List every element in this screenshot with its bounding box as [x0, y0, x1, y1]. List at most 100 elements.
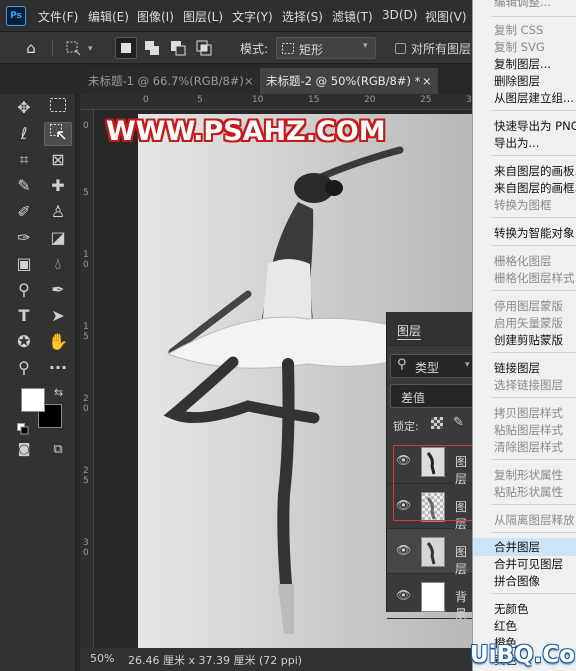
blur-tool-icon[interactable]: 💧︎	[44, 252, 72, 276]
menu-item-delete-layer[interactable]: 删除图层	[494, 73, 540, 89]
ruler-tick-label: 1 5	[83, 322, 89, 342]
object-selection-tool-icon[interactable]	[44, 122, 72, 146]
menu-item-frame-from-layers[interactable]: 来自图层的画框...	[494, 180, 576, 196]
tab-doc1[interactable]: 未标题-1 @ 66.7%(RGB/8#) ×	[82, 68, 258, 94]
lock-transparent-pixels-icon[interactable]	[431, 417, 443, 429]
swap-colors-icon[interactable]: ⇆	[54, 386, 63, 399]
move-tool-icon[interactable]: ✥	[10, 96, 38, 120]
menu-edit[interactable]: 编辑(E)	[88, 8, 129, 25]
pen-tool-icon[interactable]: ✒	[44, 278, 72, 302]
quick-mask-icon[interactable]: ◙	[10, 438, 38, 462]
menu-item-red[interactable]: 红色	[494, 618, 517, 634]
document-info[interactable]: 26.46 厘米 x 37.39 厘米 (72 ppi)	[128, 652, 302, 668]
marquee-preset-icon[interactable]	[62, 37, 84, 59]
layers-panel: 图层 ⚲ 类型 ▾ 差值 锁定: ✎ 👁︎ 图层 👁︎ 图层 👁︎ 图层 👁︎ …	[386, 312, 477, 621]
menu-separator	[491, 245, 576, 246]
menu-item-merge-layers[interactable]: 合并图层	[494, 539, 540, 555]
menu-item-export-as[interactable]: 导出为...	[494, 135, 539, 151]
more-tools-icon[interactable]: ···	[44, 356, 72, 380]
dodge-tool-icon[interactable]: ⚲	[10, 278, 38, 302]
menu-item-group-from-layers[interactable]: 从图层建立组...	[494, 90, 574, 106]
menu-item-copy-layer-style: 拷贝图层样式	[494, 406, 563, 420]
history-brush-tool-icon[interactable]: ✑	[10, 226, 38, 250]
layers-panel-header: 图层	[387, 312, 477, 346]
menu-item-no-color[interactable]: 无颜色	[494, 601, 529, 617]
layer-row[interactable]: 👁︎ 图层	[387, 529, 477, 576]
path-selection-tool-icon[interactable]: ➤	[44, 304, 72, 328]
healing-brush-tool-icon[interactable]: ✚	[44, 174, 72, 198]
type-tool-icon[interactable]: T	[10, 304, 38, 328]
tab-label: 未标题-2 @ 50%(RGB/8#) *	[266, 74, 421, 88]
vertical-ruler: 0 5 1 0 1 5 2 0 2 5 3 0	[80, 110, 94, 648]
home-icon[interactable]: ⌂	[20, 37, 42, 59]
photoshop-window: Ps 文件(F) 编辑(E) 图像(I) 图层(L) 文字(Y) 选择(S) 滤…	[0, 0, 576, 671]
mode-value: 矩形	[299, 43, 324, 57]
layer-row[interactable]: 👁︎ 背景	[387, 574, 477, 621]
watermark-text: WWW.PSAHZ.COM	[106, 116, 386, 147]
menu-filter[interactable]: 滤镜(T)	[332, 8, 373, 25]
close-icon[interactable]: ×	[422, 68, 432, 94]
lock-image-pixels-icon[interactable]: ✎	[453, 415, 464, 430]
menu-layer[interactable]: 图层(L)	[183, 8, 223, 25]
intersect-selection-icon[interactable]	[193, 37, 215, 59]
hand-tool-icon[interactable]: ✋	[44, 330, 72, 354]
menu-item-duplicate-layer[interactable]: 复制图层...	[494, 56, 551, 72]
menu-item-quick-export-png[interactable]: 快速导出为 PNG	[494, 118, 576, 134]
layer-thumbnail	[421, 537, 445, 567]
layer-context-menu: 编辑调整... 复制 CSS 复制 SVG 复制图层... 删除图层 从图层建立…	[472, 0, 576, 671]
shape-tool-icon[interactable]: ✪	[10, 330, 38, 354]
menu-type[interactable]: 文字(Y)	[232, 8, 273, 25]
close-icon[interactable]: ×	[244, 68, 254, 94]
align-all-layers-checkbox[interactable]	[395, 43, 406, 54]
menu-separator	[491, 504, 576, 505]
ruler-tick-label: 3	[466, 95, 472, 105]
menu-separator	[491, 110, 576, 111]
ruler-tick-label: 0	[143, 95, 149, 105]
menu-file[interactable]: 文件(F)	[38, 8, 78, 25]
menu-item-link-layers[interactable]: 链接图层	[494, 360, 540, 376]
ruler-tick-label: 1 0	[83, 250, 89, 270]
foreground-color-swatch[interactable]	[21, 388, 45, 412]
menu-item-rasterize-layer: 栅格化图层	[494, 254, 552, 268]
lasso-tool-icon[interactable]: ℓ	[10, 122, 38, 146]
eraser-tool-icon[interactable]: ◪	[44, 226, 72, 250]
visibility-eye-icon[interactable]: 👁︎	[396, 543, 411, 557]
brush-tool-icon[interactable]: ✐	[10, 200, 38, 224]
menu-item-flatten-image[interactable]: 拼合图像	[494, 573, 540, 589]
tools-panel: « ✥ ℓ ⌗ ⊠ ✎ ✚ ✐ ♙ ✑ ◪ ▣ 💧︎ ⚲ ✒ T ➤ ✪ ✋ ⚲…	[0, 64, 76, 671]
crop-tool-icon[interactable]: ⌗	[10, 148, 38, 172]
add-selection-icon[interactable]	[141, 37, 163, 59]
menu-view[interactable]: 视图(V)	[425, 8, 467, 25]
chevron-down-icon: ▾	[465, 360, 470, 370]
frame-tool-icon[interactable]: ⊠	[44, 148, 72, 172]
search-icon: ⚲	[397, 357, 407, 372]
default-colors-icon[interactable]	[17, 420, 29, 435]
menu-separator	[491, 532, 576, 533]
blend-mode-select[interactable]: 差值	[390, 384, 477, 408]
ruler-tick-label: 0	[83, 121, 89, 131]
zoom-level[interactable]: 50%	[90, 652, 114, 665]
menu-3d[interactable]: 3D(D)	[382, 8, 417, 22]
lock-label: 锁定:	[393, 420, 419, 433]
chevron-down-icon[interactable]: ▾	[88, 44, 93, 54]
tab-doc2[interactable]: 未标题-2 @ 50%(RGB/8#) * ×	[260, 68, 438, 94]
zoom-tool-icon[interactable]: ⚲	[10, 356, 38, 380]
menu-image[interactable]: 图像(I)	[137, 8, 174, 25]
eyedropper-tool-icon[interactable]: ✎	[10, 174, 38, 198]
rect-marquee-tool-icon[interactable]	[44, 96, 72, 120]
menu-item-convert-to-smart-object[interactable]: 转换为智能对象	[494, 225, 575, 241]
tab-label: 未标题-1 @ 66.7%(RGB/8#)	[88, 74, 244, 88]
clone-stamp-tool-icon[interactable]: ♙	[44, 200, 72, 224]
menu-item-artboard-from-layers[interactable]: 来自图层的画板...	[494, 163, 576, 179]
menu-item-create-clipping-mask[interactable]: 创建剪贴蒙版	[494, 332, 563, 348]
menu-item-merge-visible[interactable]: 合并可见图层	[494, 556, 563, 572]
visibility-eye-icon[interactable]: 👁︎	[396, 588, 411, 602]
tab-layers[interactable]: 图层	[397, 322, 422, 340]
layer-filter-select[interactable]: ⚲ 类型 ▾	[390, 354, 477, 378]
gradient-tool-icon[interactable]: ▣	[10, 252, 38, 276]
screen-mode-icon[interactable]: ⧉	[44, 438, 72, 462]
mode-select[interactable]: 矩形 ▾	[276, 37, 376, 59]
subtract-selection-icon[interactable]	[167, 37, 189, 59]
new-selection-icon[interactable]	[115, 37, 137, 59]
menu-select[interactable]: 选择(S)	[282, 8, 323, 25]
